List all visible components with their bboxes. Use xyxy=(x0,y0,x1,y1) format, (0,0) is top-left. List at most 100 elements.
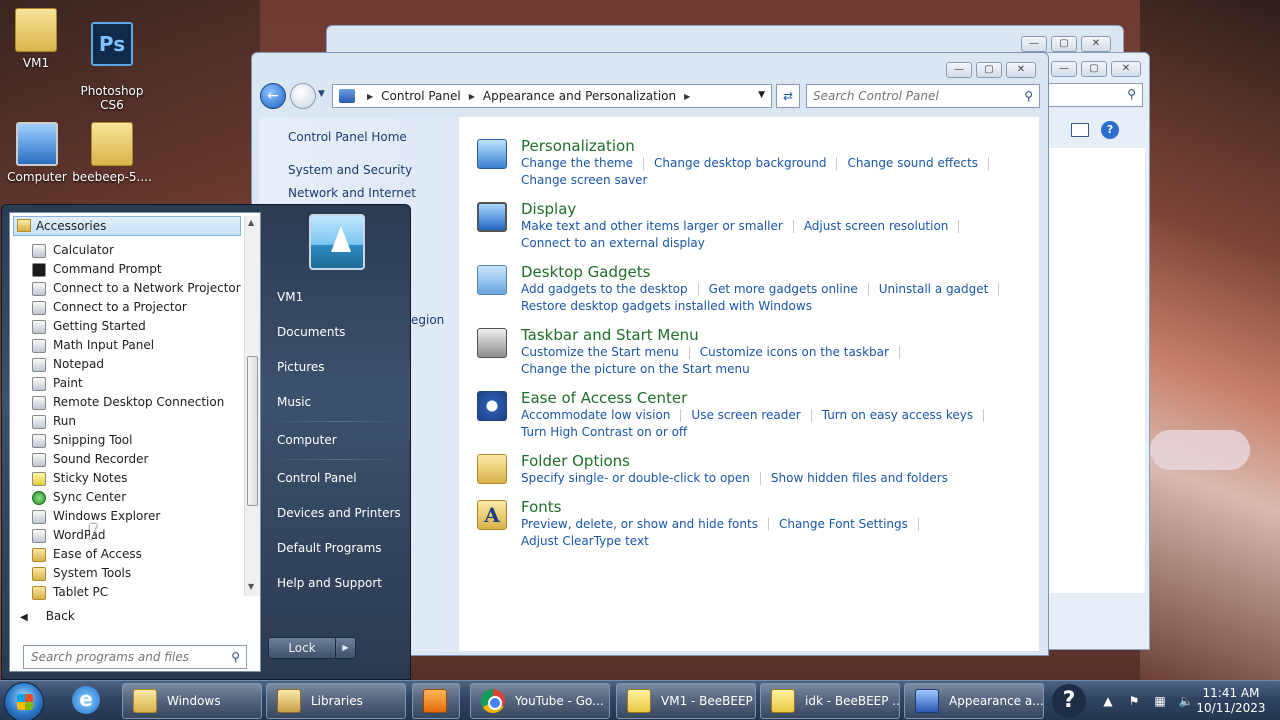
close-button[interactable]: ✕ xyxy=(1081,36,1111,52)
link[interactable]: Restore desktop gadgets installed with W… xyxy=(521,299,812,313)
program-item[interactable]: Connect to a Projector xyxy=(32,298,187,317)
clock[interactable]: 11:41 AM 10/11/2023 xyxy=(1196,686,1266,716)
taskbar-button-windows[interactable]: Windows xyxy=(122,683,262,719)
maximize-button[interactable]: ▢ xyxy=(1081,61,1107,77)
breadcrumb-chevron-icon[interactable]: ▶ xyxy=(367,92,373,101)
help-icon[interactable]: ? xyxy=(1052,684,1086,718)
close-button[interactable]: ✕ xyxy=(1006,62,1036,78)
program-item[interactable]: Ease of Access xyxy=(32,545,142,564)
start-item-music[interactable]: Music xyxy=(277,395,311,409)
address-bar[interactable]: ▶ Control Panel ▶ Appearance and Persona… xyxy=(332,84,772,108)
desktop-icon-computer[interactable]: Computer xyxy=(0,122,77,184)
nav-network-and-internet[interactable]: Network and Internet xyxy=(288,186,416,200)
search-box[interactable]: ⚲ xyxy=(806,84,1040,108)
nav-control-panel-home[interactable]: Control Panel Home xyxy=(288,130,407,144)
category-title[interactable]: Display xyxy=(521,200,576,218)
taskbar-button-media-player[interactable] xyxy=(412,683,460,719)
start-item-computer[interactable]: Computer xyxy=(277,433,337,447)
desktop-icon-vm1[interactable]: VM1 xyxy=(0,8,76,70)
link[interactable]: Adjust screen resolution xyxy=(804,219,949,233)
program-item[interactable]: System Tools xyxy=(32,564,131,583)
breadcrumb-control-panel[interactable]: Control Panel xyxy=(381,89,461,103)
link[interactable]: Change Font Settings xyxy=(779,517,908,531)
start-search-input[interactable] xyxy=(24,646,214,668)
link[interactable]: Accommodate low vision xyxy=(521,408,670,422)
link[interactable]: Add gadgets to the desktop xyxy=(521,282,688,296)
program-item[interactable]: Connect to a Network Projector xyxy=(32,279,241,298)
back-arrow-icon[interactable]: ← xyxy=(260,83,286,109)
program-item[interactable]: Getting Started xyxy=(32,317,146,336)
nav-partial-item[interactable]: egion xyxy=(411,313,444,327)
link[interactable]: Customize icons on the taskbar xyxy=(700,345,889,359)
maximize-button[interactable]: ▢ xyxy=(976,62,1002,78)
link[interactable]: Connect to an external display xyxy=(521,236,705,250)
start-search-box[interactable]: ⚲ xyxy=(23,645,247,669)
minimize-button[interactable]: — xyxy=(946,62,972,78)
search-box-bg[interactable]: ⚲ xyxy=(1043,83,1143,107)
link[interactable]: Preview, delete, or show and hide fonts xyxy=(521,517,758,531)
link[interactable]: Change the picture on the Start menu xyxy=(521,362,750,376)
program-item[interactable]: Calculator xyxy=(32,241,114,260)
link[interactable]: Customize the Start menu xyxy=(521,345,679,359)
programs-scrollbar[interactable]: ▲ ▼ xyxy=(244,216,260,596)
start-button[interactable] xyxy=(4,682,44,720)
scrollbar-thumb[interactable] xyxy=(247,356,258,506)
minimize-button[interactable]: — xyxy=(1021,36,1047,52)
link[interactable]: Uninstall a gadget xyxy=(879,282,989,296)
program-item[interactable]: Sticky Notes xyxy=(32,469,127,488)
taskbar-button-libraries[interactable]: Libraries xyxy=(266,683,406,719)
link[interactable]: Change desktop background xyxy=(654,156,826,170)
category-title[interactable]: Desktop Gadgets xyxy=(521,263,650,281)
category-title[interactable]: Personalization xyxy=(521,137,635,155)
link[interactable]: Change screen saver xyxy=(521,173,648,187)
taskbar-button-vm1-beebeep[interactable]: VM1 - BeeBEEP xyxy=(616,683,756,719)
back-button[interactable]: ◀ Back xyxy=(20,609,75,623)
link[interactable]: Get more gadgets online xyxy=(709,282,858,296)
program-item[interactable]: Notepad xyxy=(32,355,104,374)
search-icon[interactable]: ⚲ xyxy=(231,650,240,664)
program-item[interactable]: Command Prompt xyxy=(32,260,162,279)
taskbar-button-idk-beebeep[interactable]: idk - BeeBEEP ... xyxy=(760,683,900,719)
start-item-default-programs[interactable]: Default Programs xyxy=(277,541,382,555)
network-icon[interactable]: ▦ xyxy=(1152,693,1168,709)
program-item[interactable]: Sound Recorder xyxy=(32,450,148,469)
forward-arrow-icon[interactable] xyxy=(290,83,316,109)
start-item-pictures[interactable]: Pictures xyxy=(277,360,325,374)
category-title[interactable]: Fonts xyxy=(521,498,561,516)
search-icon[interactable]: ⚲ xyxy=(1024,89,1033,103)
link[interactable]: Specify single- or double-click to open xyxy=(521,471,750,485)
start-item-devices-printers[interactable]: Devices and Printers xyxy=(277,506,401,520)
breadcrumb-chevron-icon[interactable]: ▶ xyxy=(469,92,475,101)
scroll-up-icon[interactable]: ▲ xyxy=(248,218,254,227)
shutdown-options-arrow-icon[interactable]: ▶ xyxy=(335,638,355,658)
breadcrumb-appearance[interactable]: Appearance and Personalization xyxy=(483,89,676,103)
address-dropdown-icon[interactable]: ▼ xyxy=(758,90,765,100)
link[interactable]: Turn High Contrast on or off xyxy=(521,425,687,439)
close-button[interactable]: ✕ xyxy=(1111,61,1141,77)
accessories-folder-header[interactable]: Accessories xyxy=(13,216,241,236)
refresh-icon[interactable]: ⇄ xyxy=(776,84,800,108)
taskbar-button-appearance[interactable]: Appearance a... xyxy=(904,683,1044,719)
program-item[interactable]: Run xyxy=(32,412,76,431)
link[interactable]: Adjust ClearType text xyxy=(521,534,649,548)
internet-explorer-button[interactable]: e xyxy=(72,686,104,716)
link[interactable]: Change the theme xyxy=(521,156,633,170)
link[interactable]: Change sound effects xyxy=(847,156,978,170)
volume-muted-icon[interactable]: 🔈 xyxy=(1178,693,1194,709)
program-item[interactable]: Remote Desktop Connection xyxy=(32,393,224,412)
scroll-down-icon[interactable]: ▼ xyxy=(248,582,254,591)
taskbar-button-youtube[interactable]: YouTube - Go... xyxy=(470,683,610,719)
breadcrumb-chevron-icon[interactable]: ▶ xyxy=(684,92,690,101)
program-item[interactable]: Sync Center xyxy=(32,488,126,507)
desktop-icon-photoshop[interactable]: Ps Photoshop CS6 xyxy=(72,8,152,126)
link[interactable]: Use screen reader xyxy=(691,408,800,422)
link[interactable]: Show hidden files and folders xyxy=(771,471,948,485)
search-input[interactable] xyxy=(807,85,1007,107)
category-title[interactable]: Taskbar and Start Menu xyxy=(521,326,699,344)
user-avatar[interactable] xyxy=(309,214,365,270)
maximize-button[interactable]: ▢ xyxy=(1051,36,1077,52)
action-center-flag-icon[interactable]: ⚑ xyxy=(1126,693,1142,709)
desktop-icon-beebeep[interactable]: beebeep-5.... xyxy=(72,122,152,184)
show-hidden-icons-icon[interactable]: ▲ xyxy=(1100,693,1116,709)
recent-pages-dropdown[interactable]: ▼ xyxy=(318,89,325,99)
